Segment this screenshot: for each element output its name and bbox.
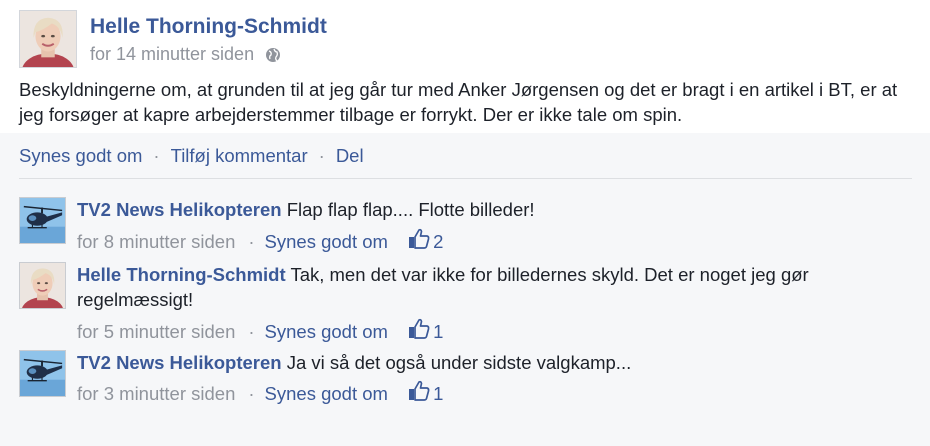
comment-time[interactable]: for 8 minutter siden <box>77 231 235 252</box>
post-actions: Synes godt om · Tilføj kommentar · Del <box>19 145 364 167</box>
comment-author[interactable]: TV2 News Helikopteren <box>77 199 282 220</box>
post-text: Beskyldningerne om, at grunden til at je… <box>19 79 898 125</box>
avatar[interactable] <box>19 262 66 309</box>
thumbs-up-icon <box>407 317 431 346</box>
comment-body: TV2 News Helikopteren Flap flap flap....… <box>77 197 907 222</box>
comment-like-count[interactable]: 1 <box>407 321 443 342</box>
comment-author[interactable]: Helle Thorning-Schmidt <box>77 264 286 285</box>
comment-time[interactable]: for 3 minutter siden <box>77 383 235 404</box>
avatar[interactable] <box>19 197 66 244</box>
comment-like-button[interactable]: Synes godt om <box>265 231 388 252</box>
thumbs-up-icon <box>407 227 431 256</box>
globe-icon[interactable] <box>265 47 281 68</box>
comment-like-count[interactable]: 1 <box>407 383 443 404</box>
comment-time[interactable]: for 5 minutter siden <box>77 321 235 342</box>
comment-text: Flap flap flap.... Flotte billeder! <box>286 199 535 220</box>
separator: · <box>248 321 255 342</box>
like-count-value: 1 <box>433 383 444 404</box>
person-avatar-image <box>20 263 65 308</box>
post-timestamp: for 14 minutter siden <box>90 44 281 68</box>
comment-body: Helle Thorning-Schmidt Tak, men det var … <box>77 262 907 312</box>
helicopter-avatar-image <box>20 351 65 396</box>
comment-meta: for 8 minutter siden · Synes godt om 2 <box>77 227 443 256</box>
comment-like-button[interactable]: Synes godt om <box>265 383 388 404</box>
comment-text: Ja vi så det også under sidste valgkamp.… <box>286 352 632 373</box>
like-button[interactable]: Synes godt om <box>19 145 142 166</box>
comment-like-count[interactable]: 2 <box>407 231 443 252</box>
share-button[interactable]: Del <box>336 145 364 166</box>
avatar-image <box>20 11 76 67</box>
helicopter-avatar-image <box>20 198 65 243</box>
avatar[interactable] <box>19 350 66 397</box>
comment-body: TV2 News Helikopteren Ja vi så det også … <box>77 350 907 375</box>
comment-meta: for 3 minutter siden · Synes godt om 1 <box>77 379 443 408</box>
comment-button[interactable]: Tilføj kommentar <box>171 145 308 166</box>
post-author-name[interactable]: Helle Thorning-Schmidt <box>90 15 327 39</box>
divider <box>19 178 912 179</box>
comment-meta: for 5 minutter siden · Synes godt om 1 <box>77 317 443 346</box>
separator: · <box>248 231 255 252</box>
separator: · <box>248 383 255 404</box>
like-count-value: 2 <box>433 231 444 252</box>
comment-author[interactable]: TV2 News Helikopteren <box>77 352 282 373</box>
like-count-value: 1 <box>433 321 444 342</box>
post-time-text[interactable]: for 14 minutter siden <box>90 44 254 64</box>
avatar[interactable] <box>19 10 77 68</box>
separator: · <box>153 145 160 166</box>
separator: · <box>318 145 325 166</box>
comment-like-button[interactable]: Synes godt om <box>265 321 388 342</box>
thumbs-up-icon <box>407 379 431 408</box>
